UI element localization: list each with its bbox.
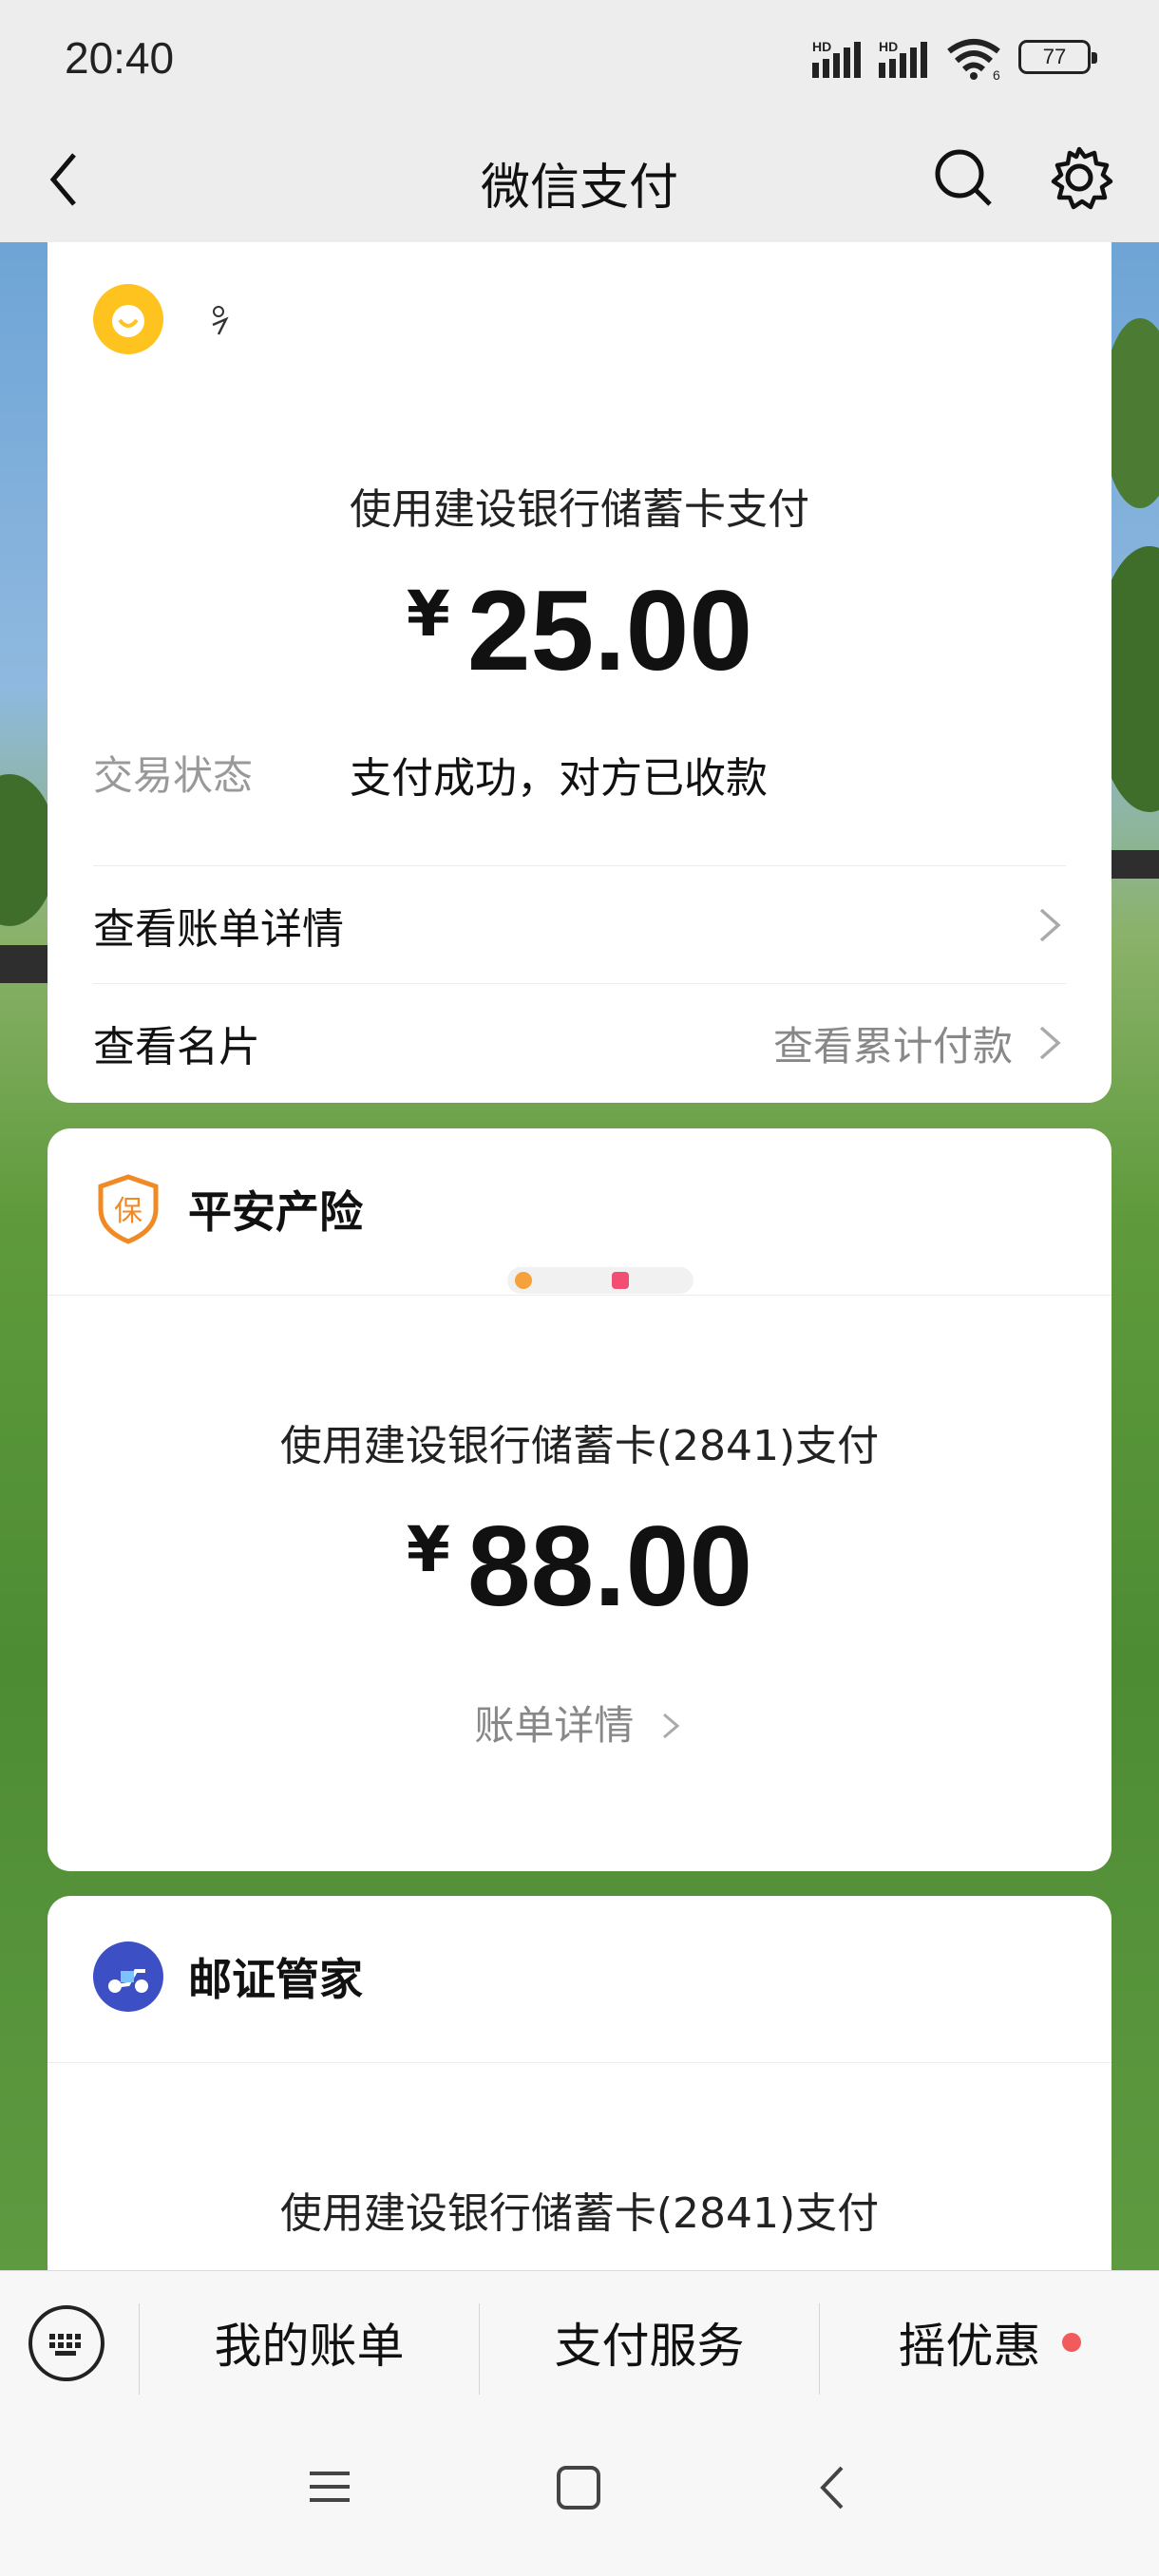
title-bar: 微信支付 — [0, 119, 1159, 242]
merchant-row[interactable]: 邮证管家 — [93, 1941, 363, 2012]
pay-method: 使用建设银行储蓄卡(2841)支付 — [279, 2189, 880, 2238]
merchant-row[interactable]: 保 平安产险 — [93, 1174, 363, 1244]
menu-icon[interactable] — [306, 2464, 353, 2511]
business-card-label: 查看名片 — [93, 1023, 260, 1071]
svg-text:HD: HD — [812, 39, 831, 54]
keyboard-icon[interactable] — [28, 2305, 104, 2381]
merchant-name: 平安产险 — [188, 1186, 363, 1238]
payment-card-3: 邮证管家 使用建设银行储蓄卡(2841)支付 — [48, 1896, 1112, 2295]
bill-detail-label: 账单详情 — [474, 1702, 635, 1749]
gear-icon[interactable] — [1045, 143, 1113, 212]
signal-icon-2: HD — [879, 39, 927, 78]
amount-value: 25.00 — [466, 567, 753, 694]
nav-back-icon[interactable] — [813, 2462, 851, 2513]
status-bar: 20:40 HD HD 6 77 — [0, 0, 1159, 119]
battery-level: 77 — [1042, 45, 1067, 68]
tab-shake-deals[interactable]: 摇优惠 — [820, 2271, 1159, 2414]
bottom-tab-bar: 我的账单 支付服务 摇优惠 — [0, 2270, 1159, 2414]
amount-value: 88.00 — [466, 1503, 753, 1630]
bill-detail-link[interactable]: 账单详情 — [48, 1694, 1112, 1752]
cumulative-payment-link[interactable]: 查看累计付款 — [773, 1014, 1013, 1072]
pay-method: 使用建设银行储蓄卡支付 — [350, 485, 809, 534]
chevron-right-icon — [662, 1713, 679, 1739]
svg-text:保: 保 — [114, 1195, 142, 1228]
svg-text:HD: HD — [879, 39, 898, 54]
tab-shake-deals-label: 摇优惠 — [898, 2319, 1041, 2374]
shield-icon: 保 — [98, 1174, 159, 1244]
payment-card-2: 保 平安产险 使用建设银行储蓄卡(2841)支付 ¥88.00 账单详情 — [48, 1128, 1112, 1871]
wifi-icon: 6 — [947, 39, 1000, 80]
tab-payment-services[interactable]: 支付服务 — [480, 2271, 819, 2414]
tab-my-bills[interactable]: 我的账单 — [140, 2271, 479, 2414]
transaction-status-label: 交易状态 — [93, 752, 254, 799]
pay-method: 使用建设银行储蓄卡(2841)支付 — [279, 1422, 880, 1470]
search-icon[interactable] — [931, 145, 998, 212]
amount: ¥88.00 — [48, 1501, 1112, 1632]
card-divider — [48, 1295, 1112, 1296]
notification-dot — [1061, 2333, 1081, 2352]
merchant-name-glyph — [212, 306, 229, 335]
card-divider — [48, 2062, 1112, 2063]
bill-detail-label: 查看账单详情 — [93, 905, 344, 954]
currency-symbol: ¥ — [406, 1513, 450, 1586]
chevron-right-icon — [1039, 908, 1061, 942]
chevron-right-icon — [1039, 1026, 1061, 1060]
scooter-icon — [108, 1969, 148, 1993]
currency-symbol: ¥ — [406, 578, 450, 651]
merchant-avatar — [93, 284, 163, 354]
svg-text:6: 6 — [993, 67, 1000, 80]
merchant-logo — [93, 1941, 163, 2012]
transaction-status-value: 支付成功，对方已收款 — [350, 754, 768, 803]
merchant-name: 邮证管家 — [188, 1954, 363, 2005]
watermark-logo — [507, 1267, 694, 1294]
system-nav-bar — [0, 2413, 1159, 2576]
payment-card-1: 使用建设银行储蓄卡支付 ¥25.00 交易状态 支付成功，对方已收款 查看账单详… — [48, 242, 1112, 1103]
merchant-row[interactable] — [93, 284, 236, 354]
signal-icon: HD — [812, 39, 861, 78]
business-card-row[interactable]: 查看名片 查看累计付款 — [93, 983, 1066, 1102]
home-icon[interactable] — [555, 2464, 602, 2511]
smile-bag-icon — [112, 305, 144, 337]
bill-detail-row[interactable]: 查看账单详情 — [93, 865, 1066, 984]
status-time: 20:40 — [65, 33, 175, 83]
merchant-logo: 保 — [93, 1174, 163, 1244]
battery-icon: 77 — [1018, 40, 1097, 74]
amount: ¥25.00 — [48, 565, 1112, 696]
